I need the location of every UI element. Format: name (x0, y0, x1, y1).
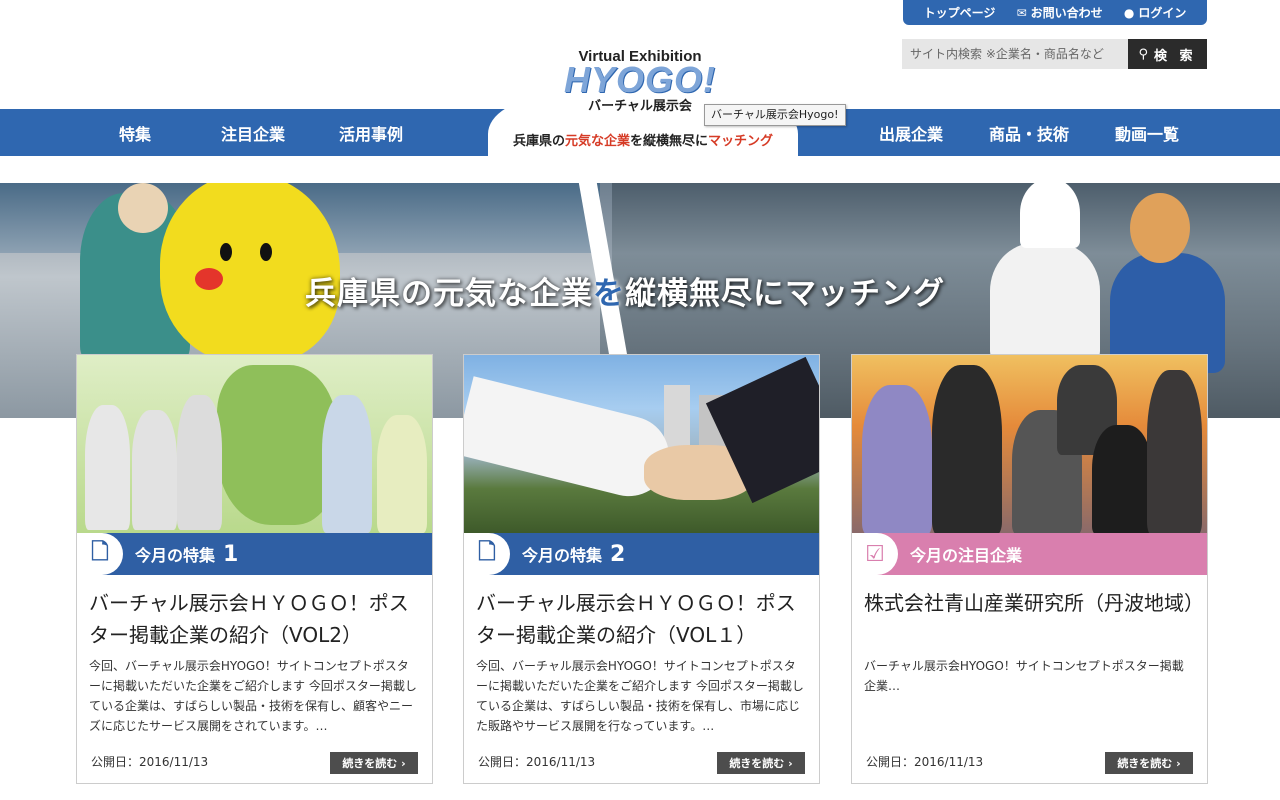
hero-chef-hat (1020, 183, 1080, 248)
contact-link[interactable]: ✉ お問い合わせ (1017, 4, 1103, 21)
hero-text-part1: 兵庫県の元気な企業 (305, 276, 593, 312)
search-icon: ⚲ (1138, 46, 1152, 62)
card-band-label: 今月の特集 (522, 546, 603, 565)
nav-left: 特集 注目企業 活用事例 (76, 109, 430, 156)
person-glasses (1092, 425, 1152, 533)
white-sleeve-arm (464, 376, 678, 505)
search-button-label: 検 索 (1154, 48, 1197, 64)
tagline: 兵庫県の元気な企業を縦横無尽にマッチング (488, 130, 798, 149)
nav-item-special[interactable]: 特集 (76, 121, 194, 145)
top-utility-bar: トップページ ✉ お問い合わせ ● ログイン (903, 0, 1207, 25)
tagline-part4: マッチング (708, 134, 774, 149)
hero-headline: 兵庫県の元気な企業を縦横無尽にマッチング (305, 268, 945, 313)
card-date: 公開日：2016/11/13 (478, 755, 596, 769)
card-description: 今回、バーチャル展示会HYOGO！サイトコンセプトポスターに掲載いただいた企業を… (89, 659, 417, 733)
site-logo[interactable]: Virtual Exhibition HYOGO! バーチャル展示会 (560, 48, 720, 114)
hero-person-chef (990, 243, 1100, 363)
businesswoman-figure (377, 415, 427, 533)
businessman-figure (322, 395, 372, 533)
tagline-part3: を縦横無尽に (630, 134, 709, 149)
nav-item-products[interactable]: 商品・技術 (970, 121, 1088, 145)
read-more-button[interactable]: 続きを読む › (1105, 752, 1193, 774)
feature-card-2[interactable]: 🗋 今月の特集 2 バーチャル展示会ＨＹＯＧＯ！ポスター掲載企業の紹介（VOL１）… (463, 354, 820, 784)
card-image (464, 355, 819, 533)
worker-figure (177, 395, 222, 530)
read-more-button[interactable]: 続きを読む › (330, 752, 418, 774)
card-title[interactable]: バーチャル展示会ＨＹＯＧＯ！ポスター掲載企業の紹介（VOL１） (476, 587, 806, 651)
hero-person-face (118, 183, 168, 233)
card-band: 🗋 今月の特集 1 (77, 533, 432, 575)
read-more-button[interactable]: 続きを読む › (717, 752, 805, 774)
hyogo-map-shape (217, 365, 337, 525)
checkbox-icon: ☑ (852, 533, 898, 575)
document-icon: 🗋 (464, 533, 510, 575)
login-link[interactable]: ● ログイン (1124, 4, 1187, 21)
search-input[interactable] (902, 39, 1128, 69)
tagline-part2: 元気な企業 (564, 134, 630, 149)
mascot-eye (220, 243, 232, 261)
featured-company-card[interactable]: ☑ 今月の注目企業 株式会社青山産業研究所（丹波地域） バーチャル展示会HYOG… (851, 354, 1208, 784)
card-band-number: 2 (610, 541, 626, 567)
card-band-label: 今月の注目企業 (910, 546, 1023, 565)
login-label: ログイン (1138, 6, 1187, 20)
card-band-number: 1 (223, 541, 239, 567)
person-woman (932, 365, 1002, 533)
card-image (77, 355, 432, 533)
search-button[interactable]: ⚲ 検 索 (1128, 39, 1207, 69)
nav-item-case-studies[interactable]: 活用事例 (312, 121, 430, 145)
logo-line2: HYOGO! (563, 59, 716, 100)
card-description: バーチャル展示会HYOGO！サイトコンセプトポスター掲載企業… (864, 659, 1184, 693)
top-page-link[interactable]: トップページ (924, 4, 996, 21)
card-band: ☑ 今月の注目企業 (852, 533, 1207, 575)
person-kimono (862, 385, 932, 533)
contact-label: お問い合わせ (1030, 6, 1103, 20)
mail-icon: ✉ (1016, 6, 1027, 20)
mascot-cheek (195, 268, 223, 290)
hero-woman-head (1130, 193, 1190, 263)
nav-right: 出展企業 商品・技術 動画一覧 (852, 109, 1206, 156)
mascot-eye (260, 243, 272, 261)
nav-item-featured-company[interactable]: 注目企業 (194, 121, 312, 145)
tagline-part1: 兵庫県の (512, 134, 565, 149)
person-elder (1147, 370, 1202, 533)
hero-text-part3: 縦横無尽にマッチング (625, 276, 945, 312)
nav-item-exhibitors[interactable]: 出展企業 (852, 121, 970, 145)
hero-text-part2: を (593, 276, 625, 312)
card-image (852, 355, 1207, 533)
user-icon: ● (1123, 6, 1135, 20)
card-date: 公開日：2016/11/13 (866, 755, 984, 769)
logo-tooltip: バーチャル展示会Hyogo! (704, 104, 846, 126)
worker-figure (85, 405, 130, 530)
card-title[interactable]: 株式会社青山産業研究所（丹波地域） (864, 587, 1204, 619)
feature-card-1[interactable]: 🗋 今月の特集 1 バーチャル展示会ＨＹＯＧＯ！ポスター掲載企業の紹介（VOL2）… (76, 354, 433, 784)
card-date: 公開日：2016/11/13 (91, 755, 209, 769)
card-description: 今回、バーチャル展示会HYOGO！サイトコンセプトポスターに掲載いただいた企業を… (476, 659, 804, 733)
worker-figure (132, 410, 177, 530)
document-icon: 🗋 (77, 533, 123, 575)
card-title[interactable]: バーチャル展示会ＨＹＯＧＯ！ポスター掲載企業の紹介（VOL2） (89, 587, 419, 651)
card-band: 🗋 今月の特集 2 (464, 533, 819, 575)
nav-item-videos[interactable]: 動画一覧 (1088, 121, 1206, 145)
site-search: ⚲検 索 (902, 39, 1207, 69)
card-band-label: 今月の特集 (135, 546, 216, 565)
